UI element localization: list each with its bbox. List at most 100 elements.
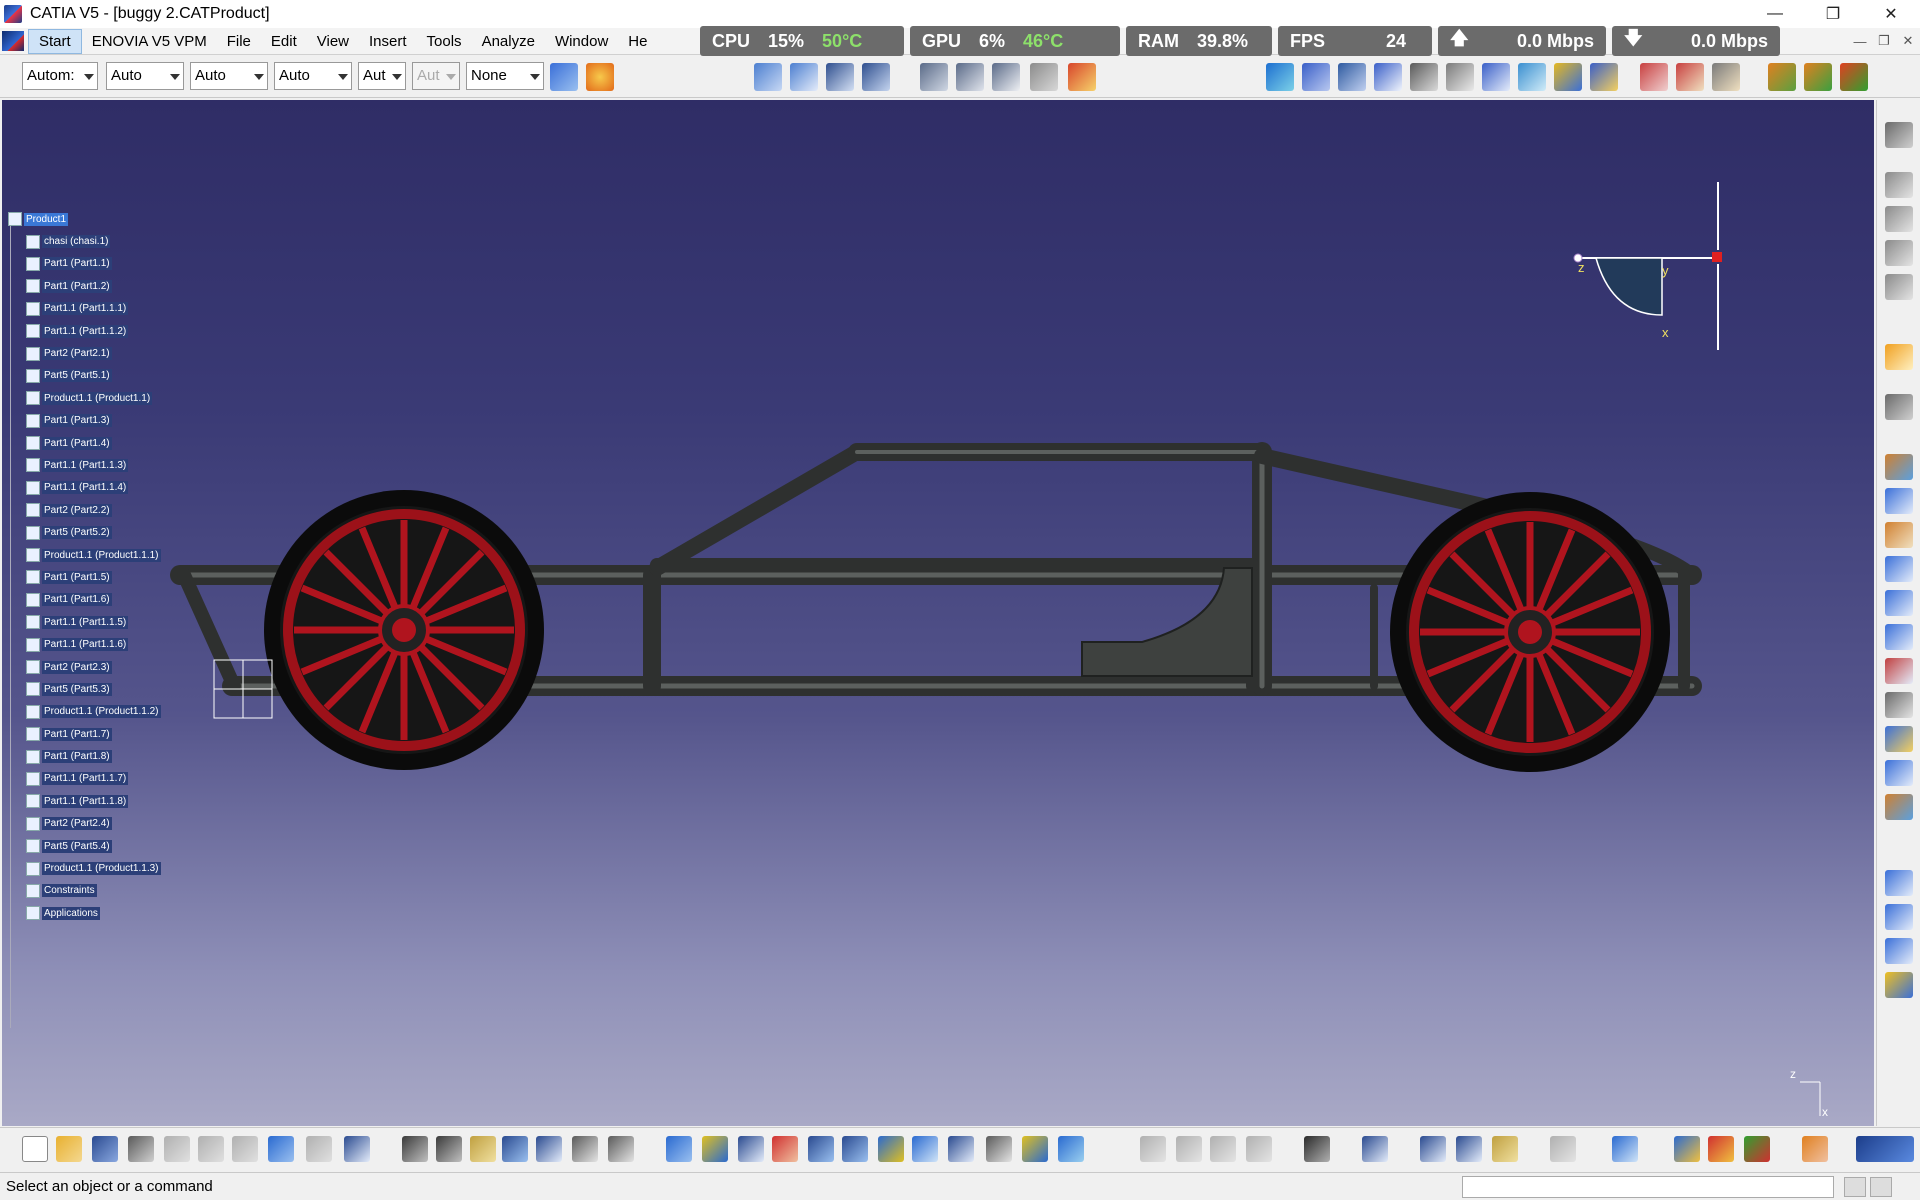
existing-icon[interactable] [1885, 556, 1913, 582]
print-icon[interactable] [128, 1136, 154, 1162]
tree-item[interactable]: Product1.1 (Product1.1.3) [8, 857, 161, 879]
generate-numbering-icon[interactable] [1885, 658, 1913, 684]
tree-item[interactable]: Part1 (Part1.4) [8, 432, 161, 454]
rear-wheel[interactable] [1390, 492, 1670, 772]
menu-view[interactable]: View [307, 29, 359, 54]
undo-icon[interactable] [268, 1136, 294, 1162]
tree-item-label[interactable]: Product1.1 (Product1.1.3) [42, 862, 161, 876]
render-icon[interactable] [1674, 1136, 1700, 1162]
tree-item-label[interactable]: Part5 (Part5.2) [42, 526, 112, 540]
tree-item-label[interactable]: Part1.1 (Part1.1.3) [42, 458, 129, 472]
tree-item-label[interactable]: Part1 (Part1.4) [42, 436, 112, 450]
save-icon[interactable] [92, 1136, 118, 1162]
hide-show-icon[interactable] [1022, 1136, 1048, 1162]
status-button-2[interactable] [1870, 1177, 1892, 1197]
constraint-offset-icon[interactable] [1338, 63, 1366, 91]
part-icon[interactable] [1885, 522, 1913, 548]
tree-item[interactable]: Part1.1 (Part1.1.3) [8, 454, 161, 476]
multi-instantiation-icon[interactable] [1885, 794, 1913, 820]
select-arrow-icon[interactable] [1885, 344, 1913, 370]
tree-item[interactable]: Part5 (Part5.4) [8, 835, 161, 857]
tree-item-label[interactable]: Part1 (Part1.8) [42, 750, 112, 764]
camera-icon[interactable] [1304, 1136, 1330, 1162]
rotate-icon[interactable] [772, 1136, 798, 1162]
tree-item[interactable]: Part5 (Part5.2) [8, 521, 161, 543]
measure-item-icon[interactable] [1885, 904, 1913, 930]
tree-item-label[interactable]: chasi (chasi.1) [42, 235, 111, 249]
tree-item-label[interactable]: Part1.1 (Part1.1.6) [42, 638, 129, 652]
explode-icon[interactable] [1712, 63, 1740, 91]
tree-item[interactable]: Constraints [8, 880, 161, 902]
menu-tools[interactable]: Tools [417, 29, 472, 54]
tree-item[interactable]: Part5 (Part5.3) [8, 678, 161, 700]
whats-this-icon[interactable] [344, 1136, 370, 1162]
cut-icon[interactable] [164, 1136, 190, 1162]
knowledge-icon[interactable] [436, 1136, 462, 1162]
gear-icon[interactable] [1885, 122, 1913, 148]
line-thickness-combo[interactable]: Auto [190, 62, 268, 90]
snap-icon[interactable] [1676, 63, 1704, 91]
tree-item-label[interactable]: Applications [42, 906, 100, 920]
tree-root[interactable]: Product1 [8, 208, 161, 230]
doc-minimize-button[interactable]: — [1848, 30, 1872, 52]
zoom-out-icon[interactable] [842, 1136, 868, 1162]
tree-item-label[interactable]: Part2 (Part2.3) [42, 660, 112, 674]
clash-icon[interactable] [1246, 1136, 1272, 1162]
layer-combo[interactable]: None [466, 62, 544, 90]
view-mode-icon[interactable] [986, 1136, 1012, 1162]
mass-icon[interactable] [1492, 1136, 1518, 1162]
tree-item[interactable]: Part2 (Part2.2) [8, 499, 161, 521]
menu-edit[interactable]: Edit [261, 29, 307, 54]
new-file-icon[interactable] [22, 1136, 48, 1162]
assembly-icon[interactable] [1885, 454, 1913, 480]
tree-item-label[interactable]: Part1.1 (Part1.1.4) [42, 481, 129, 495]
explode-icon[interactable] [1885, 274, 1913, 300]
text-annotation-icon[interactable] [956, 63, 984, 91]
tree-item[interactable]: Part1.1 (Part1.1.2) [8, 320, 161, 342]
tree-item-label[interactable]: Constraints [42, 884, 97, 898]
tree-item[interactable]: Part2 (Part2.4) [8, 813, 161, 835]
tree-item-label[interactable]: Part2 (Part2.2) [42, 503, 112, 517]
existing-component-icon[interactable] [826, 63, 854, 91]
reuse-pattern-icon[interactable] [1518, 63, 1546, 91]
chevron-right-icon[interactable] [1176, 1136, 1202, 1162]
simulation-icon[interactable] [1840, 63, 1868, 91]
quick-constraint-icon[interactable] [1482, 63, 1510, 91]
measure-inertia-icon[interactable] [1885, 938, 1913, 964]
tree-item[interactable]: Part1.1 (Part1.1.5) [8, 611, 161, 633]
product-icon[interactable] [754, 63, 782, 91]
tree-item-label[interactable]: Part1.1 (Part1.1.5) [42, 615, 129, 629]
table-icon[interactable] [502, 1136, 528, 1162]
tree-item[interactable]: Part2 (Part2.1) [8, 342, 161, 364]
tools-icon[interactable] [1885, 394, 1913, 420]
tree-item[interactable]: Product1.1 (Product1.1.2) [8, 701, 161, 723]
tree-item-label[interactable]: Part1.1 (Part1.1.7) [42, 772, 129, 786]
tree-item-label[interactable]: Part1 (Part1.3) [42, 414, 112, 428]
tree-item-label[interactable]: Part2 (Part2.1) [42, 347, 112, 361]
selective-load-icon[interactable] [1885, 726, 1913, 752]
formula-icon[interactable] [402, 1136, 428, 1162]
maximize-button[interactable]: ❐ [1804, 0, 1862, 28]
component-icon[interactable] [790, 63, 818, 91]
tree-item[interactable]: Part1.1 (Part1.1.1) [8, 298, 161, 320]
update-icon[interactable] [1554, 63, 1582, 91]
format-painter-icon[interactable] [586, 63, 614, 91]
tree-item-label[interactable]: Part2 (Part2.4) [42, 817, 112, 831]
tree-item[interactable]: Part1.1 (Part1.1.8) [8, 790, 161, 812]
fit-all-icon[interactable] [702, 1136, 728, 1162]
tree-item[interactable]: Part1 (Part1.5) [8, 566, 161, 588]
doc-restore-button[interactable]: ❐ [1872, 30, 1896, 52]
iso-view-icon[interactable] [948, 1136, 974, 1162]
tree-item[interactable]: Part1 (Part1.1) [8, 253, 161, 275]
tree-item-label[interactable]: Part5 (Part5.3) [42, 682, 112, 696]
fly-mode-icon[interactable] [666, 1136, 692, 1162]
move-icon[interactable] [1885, 206, 1913, 232]
measure-between-icon[interactable] [920, 63, 948, 91]
lock-icon[interactable] [470, 1136, 496, 1162]
tree-item-label[interactable]: Part1 (Part1.5) [42, 570, 112, 584]
compass-widget[interactable]: z y x [1573, 182, 1722, 350]
tree-item[interactable]: Part2 (Part2.3) [8, 656, 161, 678]
tree-item[interactable]: Part1 (Part1.6) [8, 589, 161, 611]
menu-help[interactable]: He [618, 29, 657, 54]
tree-item-label[interactable]: Part1 (Part1.7) [42, 727, 112, 741]
